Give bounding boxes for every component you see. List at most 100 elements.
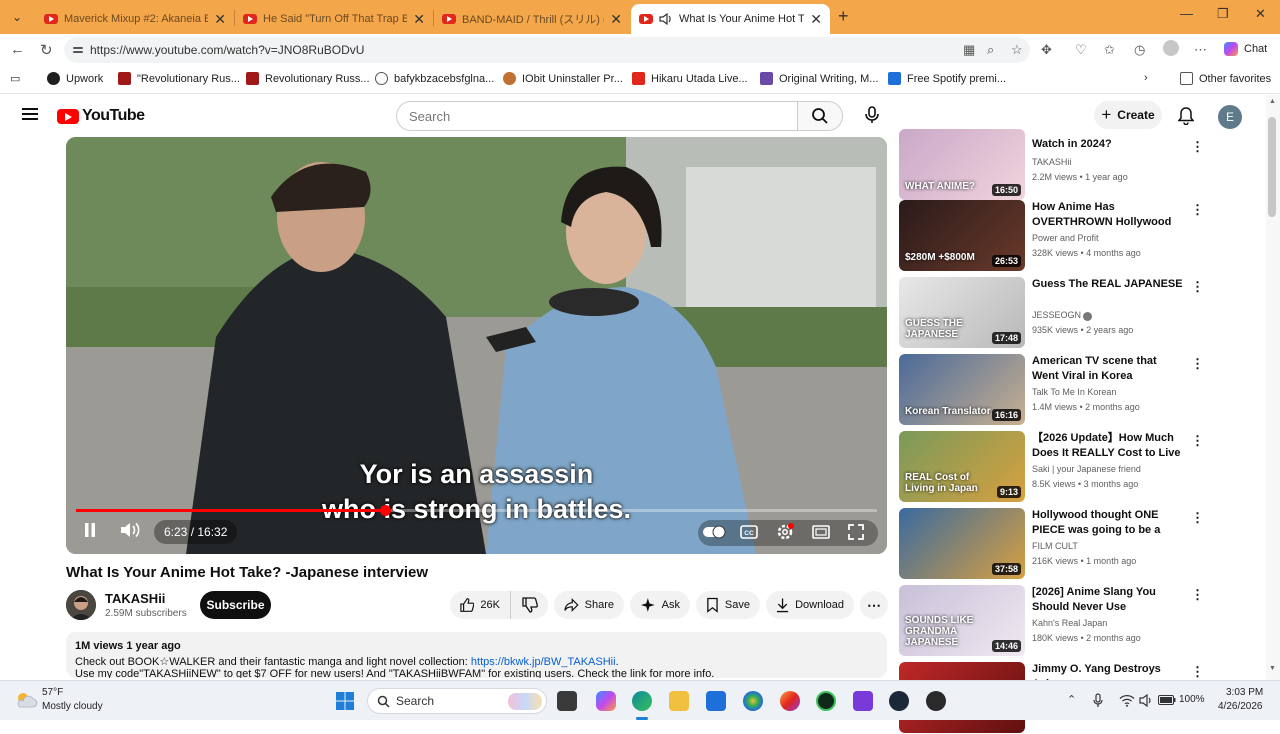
more-options-icon[interactable]: ⋮ xyxy=(1191,664,1204,680)
video-title[interactable]: Guess The REAL JAPANESE xyxy=(1032,277,1185,292)
volume-icon[interactable] xyxy=(120,522,140,538)
save-button[interactable]: Save xyxy=(696,591,760,619)
history-icon[interactable]: ◷ xyxy=(1134,42,1145,58)
favorite-item[interactable]: IObit Uninstaller Pr... xyxy=(503,72,623,85)
notifications-bell-icon[interactable] xyxy=(1178,107,1194,125)
minimize-icon[interactable]: — xyxy=(1180,6,1193,21)
profile-icon[interactable] xyxy=(1163,40,1179,56)
search-button[interactable] xyxy=(797,101,843,131)
more-options-icon[interactable]: ⋮ xyxy=(1191,202,1204,218)
channel-name[interactable]: FILM CULT xyxy=(1032,541,1078,551)
create-button[interactable]: + Create xyxy=(1094,101,1162,129)
fullscreen-icon[interactable] xyxy=(848,524,864,540)
hamburger-menu-icon[interactable] xyxy=(22,108,38,120)
recommended-video[interactable]: 37:58 Hollywood thought ONE PIECE was goi… xyxy=(899,508,1263,580)
video-title[interactable]: Hollywood thought ONE PIECE was going to… xyxy=(1032,508,1185,538)
dislike-button[interactable] xyxy=(510,591,548,619)
account-avatar[interactable]: E xyxy=(1218,105,1242,129)
favorites-folder-icon[interactable]: ▭ xyxy=(10,72,20,85)
browser-tab-active[interactable]: What Is Your Anime Hot Take? -Ja ✕ xyxy=(631,4,830,34)
close-tab-icon[interactable]: ✕ xyxy=(810,11,822,28)
zoom-icon[interactable]: ⌕ xyxy=(987,42,994,58)
recommended-video[interactable]: WHAT ANIME? 16:50 Watch in 2024? TAKASHii 2.… xyxy=(899,129,1263,209)
video-thumbnail[interactable]: $280M +$800M 26:53 xyxy=(899,200,1025,271)
progress-bar[interactable] xyxy=(76,505,877,516)
steam-icon[interactable] xyxy=(889,691,909,711)
channel-name[interactable]: Talk To Me In Korean xyxy=(1032,387,1116,397)
favorite-star-icon[interactable]: ☆ xyxy=(1011,42,1023,58)
more-favorites-chevron-icon[interactable]: › xyxy=(1144,72,1148,84)
reload-icon[interactable]: ↻ xyxy=(40,41,53,59)
app-available-icon[interactable]: ▦ xyxy=(963,42,975,58)
video-title[interactable]: Watch in 2024? xyxy=(1032,137,1185,152)
video-thumbnail[interactable]: SOUNDS LIKE GRANDMA JAPANESE 14:46 xyxy=(899,585,1025,656)
browser-tab[interactable]: He Said "Turn Off That Trap Beat" ✕ xyxy=(235,4,433,34)
video-title[interactable]: American TV scene that Went Viral in Kor… xyxy=(1032,354,1185,384)
favorites-icon[interactable]: ✩ xyxy=(1104,42,1115,58)
channel-name[interactable]: TAKASHii xyxy=(105,591,165,606)
close-tab-icon[interactable]: ✕ xyxy=(214,11,226,28)
scroll-down-icon[interactable]: ▼ xyxy=(1269,665,1276,672)
address-bar[interactable]: https://www.youtube.com/watch?v=JNO8RuBO… xyxy=(64,37,1030,63)
speaker-icon[interactable] xyxy=(1139,694,1153,707)
extensions-icon[interactable]: ✥ xyxy=(1041,42,1052,58)
more-options-icon[interactable]: ⋯ xyxy=(1194,42,1207,58)
close-tab-icon[interactable]: ✕ xyxy=(610,11,622,28)
new-tab-plus-icon[interactable]: + xyxy=(838,6,849,27)
channel-name[interactable]: JESSEOGN xyxy=(1032,310,1081,320)
favorite-item[interactable]: Hikaru Utada Live... xyxy=(632,72,748,85)
favorite-item[interactable]: Revolutionary Russ... xyxy=(246,72,370,85)
affinity-app-icon[interactable] xyxy=(853,691,873,711)
maximize-icon[interactable]: ❐ xyxy=(1217,6,1229,22)
recommended-video[interactable]: GUESS THE JAPANESE 17:48 Guess The REAL JA… xyxy=(899,277,1263,349)
upwork-app-icon[interactable] xyxy=(816,691,836,711)
copilot-app-icon[interactable] xyxy=(596,691,616,711)
more-options-icon[interactable]: ⋮ xyxy=(1191,587,1204,603)
close-window-icon[interactable]: ✕ xyxy=(1255,6,1266,22)
favorite-item[interactable]: Free Spotify premi... xyxy=(888,72,1006,85)
scrollbar-thumb[interactable] xyxy=(1268,117,1276,217)
ask-button[interactable]: Ask xyxy=(630,591,690,619)
settings-gear-icon[interactable] xyxy=(776,523,794,541)
more-options-icon[interactable]: ⋮ xyxy=(1191,510,1204,526)
chrome-icon[interactable] xyxy=(743,691,763,711)
more-actions-icon[interactable]: ⋯ xyxy=(860,591,888,619)
page-scrollbar[interactable]: ▲ ▼ xyxy=(1266,95,1280,680)
more-options-icon[interactable]: ⋮ xyxy=(1191,139,1204,155)
favorite-item[interactable]: bafykbzacebsfglna... xyxy=(375,72,494,85)
video-player[interactable]: Yor is an assassin who is strong in batt… xyxy=(66,137,887,554)
search-input[interactable]: Search xyxy=(396,101,798,131)
theater-mode-icon[interactable] xyxy=(812,524,830,540)
clock-time[interactable]: 3:03 PM xyxy=(1226,687,1263,698)
favorite-item[interactable]: "Revolutionary Rus... xyxy=(118,72,240,85)
github-desktop-icon[interactable] xyxy=(926,691,946,711)
close-tab-icon[interactable]: ✕ xyxy=(413,11,425,28)
recommended-video[interactable]: REAL Cost of Living in Japan 9:13 【2026 Up… xyxy=(899,431,1263,503)
recommended-video[interactable]: $280M +$800M 26:53 How Anime Has OVERTHROW… xyxy=(899,200,1263,272)
autoplay-toggle-icon[interactable] xyxy=(702,524,726,540)
tab-actions-chevron-icon[interactable]: ⌄ xyxy=(6,6,28,28)
edge-browser-icon[interactable] xyxy=(632,691,652,711)
taskbar-search[interactable]: Search xyxy=(367,688,547,714)
microphone-icon[interactable] xyxy=(1093,693,1103,709)
microsoft-store-icon[interactable] xyxy=(706,691,726,711)
file-explorer-icon[interactable] xyxy=(669,691,689,711)
description-box[interactable]: 1M views 1 year ago Check out BOOK☆WALKE… xyxy=(66,632,887,678)
scroll-up-icon[interactable]: ▲ xyxy=(1269,98,1276,105)
more-options-icon[interactable]: ⋮ xyxy=(1191,356,1204,372)
video-thumbnail[interactable]: GUESS THE JAPANESE 17:48 xyxy=(899,277,1025,348)
browser-tab[interactable]: BAND-MAID / Thrill (スリル) (Offici ✕ xyxy=(434,4,630,34)
clock-date[interactable]: 4/26/2026 xyxy=(1218,701,1263,712)
youtube-logo[interactable]: YouTube xyxy=(57,107,145,125)
favorite-item[interactable]: Upwork xyxy=(47,72,103,85)
description-link[interactable]: https://bkwk.jp/BW_TAKASHii xyxy=(471,656,616,668)
channel-name[interactable]: Power and Profit xyxy=(1032,233,1099,243)
favorite-item[interactable]: Original Writing, M... xyxy=(760,72,878,85)
channel-name[interactable]: Saki | your Japanese friend xyxy=(1032,464,1141,474)
share-button[interactable]: Share xyxy=(554,591,624,619)
video-thumbnail[interactable]: Korean Translator 16:16 xyxy=(899,354,1025,425)
video-thumbnail[interactable]: 37:58 xyxy=(899,508,1025,579)
video-title[interactable]: [2026] Anime Slang You Should Never Use xyxy=(1032,585,1185,615)
speaker-playing-icon[interactable] xyxy=(659,13,673,25)
more-options-icon[interactable]: ⋮ xyxy=(1191,279,1204,295)
